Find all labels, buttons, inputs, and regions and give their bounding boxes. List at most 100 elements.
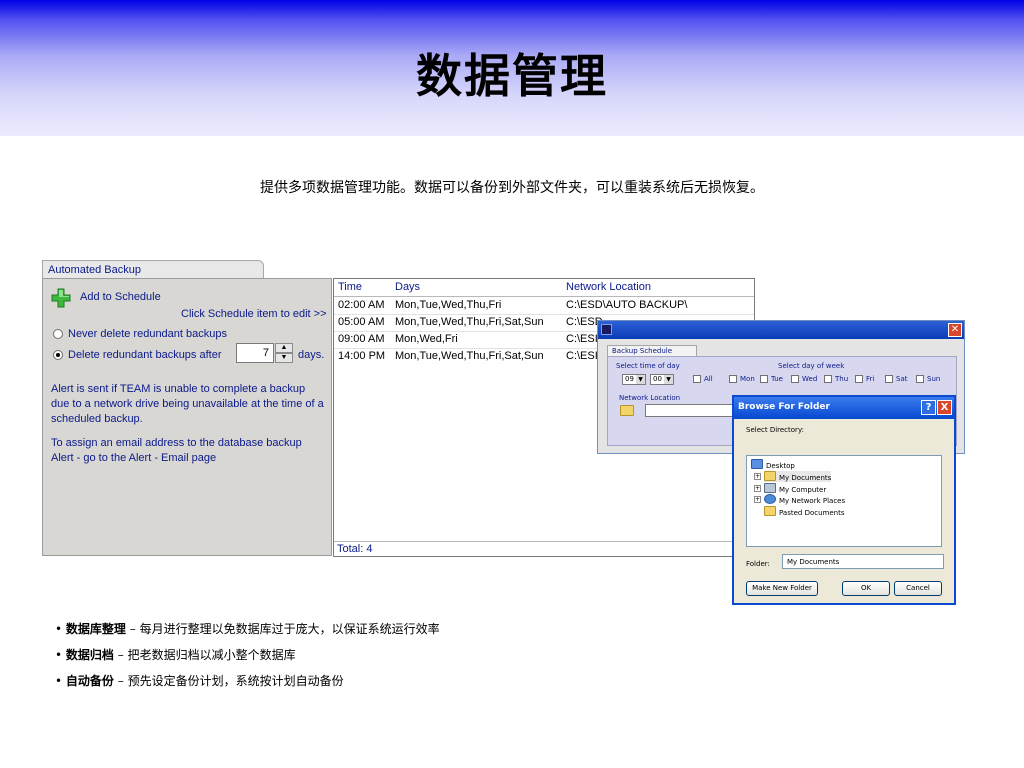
cell-location: C:\ESI: [566, 350, 598, 362]
tree-item-label: Desktop: [766, 462, 795, 470]
cell-time: 09:00 AM: [338, 333, 385, 345]
folder-icon: [764, 506, 776, 516]
expand-icon[interactable]: +: [754, 485, 761, 492]
folder-tree: Desktop + My Documents + My Computer + M…: [746, 455, 942, 547]
column-header-time[interactable]: Time: [338, 281, 362, 293]
delete-after-label[interactable]: Delete redundant backups after: [68, 349, 222, 361]
checkbox-sat[interactable]: [885, 375, 893, 383]
tree-item-desktop[interactable]: Desktop: [751, 459, 795, 470]
checkbox-sun[interactable]: [916, 375, 924, 383]
folder-icon[interactable]: [620, 405, 634, 416]
tree-item-my-computer[interactable]: My Computer: [764, 483, 826, 494]
plus-icon[interactable]: [51, 288, 71, 308]
bullet-desc: 把老数据归档以减小整个数据库: [127, 648, 296, 662]
computer-icon: [764, 483, 776, 493]
total-divider: [334, 541, 754, 542]
bullet-sep: –: [113, 674, 128, 688]
desktop-icon: [751, 459, 763, 469]
folder-icon: [764, 471, 776, 481]
dialog-titlebar[interactable]: ✕: [598, 321, 964, 339]
dialog-title: Browse For Folder: [738, 402, 830, 412]
checkbox-all[interactable]: [693, 375, 701, 383]
tree-item-my-documents[interactable]: My Documents: [764, 471, 832, 482]
bullet-term: 数据归档: [65, 648, 114, 662]
cell-days: Mon,Tue,Wed,Thu,Fri: [395, 299, 502, 311]
never-delete-label[interactable]: Never delete redundant backups: [68, 328, 227, 340]
tree-item-my-network-places[interactable]: My Network Places: [764, 494, 845, 505]
spin-down-icon[interactable]: ▼: [275, 353, 293, 363]
checkbox-label: Wed: [802, 375, 818, 383]
chevron-down-icon[interactable]: ▼: [664, 375, 673, 384]
hour-select[interactable]: 09 ▼: [622, 374, 646, 385]
minute-select[interactable]: 00 ▼: [650, 374, 674, 385]
help-icon[interactable]: ?: [921, 400, 936, 415]
assign-email-text: To assign an email address to the databa…: [51, 437, 302, 464]
day-of-week-label: Select day of week: [778, 362, 845, 370]
checkbox-label: Fri: [866, 375, 875, 383]
backup-settings-panel: Add to Schedule Click Schedule item to e…: [42, 278, 332, 556]
expand-icon[interactable]: +: [754, 473, 761, 480]
days-unit-label: days.: [298, 349, 325, 361]
bullet-desc: 每月进行整理以免数据库过于庞大，以保证系统运行效率: [139, 622, 440, 636]
tree-item-label: Pasted Documents: [779, 509, 845, 517]
delete-after-radio[interactable]: [53, 350, 63, 360]
cancel-button[interactable]: Cancel: [894, 581, 942, 596]
column-header-location[interactable]: Network Location: [566, 281, 651, 293]
network-location-label: Network Location: [619, 394, 681, 402]
bullet-sep: –: [125, 622, 140, 636]
checkbox-mon[interactable]: [729, 375, 737, 383]
tab-automated-backup[interactable]: Automated Backup: [42, 260, 264, 279]
folder-input[interactable]: My Documents: [782, 554, 944, 569]
cell-time: 14:00 PM: [338, 350, 386, 362]
dialog-titlebar[interactable]: Browse For Folder ? X: [734, 397, 954, 419]
table-row[interactable]: 02:00 AM Mon,Tue,Wed,Thu,Fri C:\ESD\AUTO…: [334, 297, 754, 314]
checkbox-label: Tue: [771, 375, 783, 383]
cell-location: C:\ESD\AUTO BACKUP\: [566, 299, 688, 311]
close-icon[interactable]: X: [937, 400, 952, 415]
column-header-days[interactable]: Days: [395, 281, 420, 293]
checkbox-wed[interactable]: [791, 375, 799, 383]
make-new-folder-button[interactable]: Make New Folder: [746, 581, 818, 596]
cell-days: Mon,Wed,Fri: [395, 333, 458, 345]
ok-button[interactable]: OK: [842, 581, 890, 596]
cell-location: C:\ESI: [566, 333, 598, 345]
bullet-term: 数据库整理: [65, 622, 126, 636]
days-stepper-input[interactable]: 7: [236, 343, 274, 363]
minute-value: 00: [653, 375, 662, 383]
chevron-down-icon[interactable]: ▼: [636, 375, 645, 384]
list-item: • 数据库整理 – 每月进行整理以免数据库过于庞大，以保证系统运行效率: [55, 622, 440, 636]
edit-hint: Click Schedule item to edit >>: [181, 308, 327, 320]
network-places-icon: [764, 494, 776, 504]
tree-item-label: My Network Places: [779, 497, 846, 505]
cell-days: Mon,Tue,Wed,Thu,Fri,Sat,Sun: [395, 350, 544, 362]
bullet-term: 自动备份: [65, 674, 114, 688]
spin-arrows-icon[interactable]: ▲ ▼: [275, 343, 293, 363]
tree-item-label: My Documents: [779, 474, 832, 482]
checkbox-label: All: [704, 375, 713, 383]
cell-time: 02:00 AM: [338, 299, 385, 311]
checkbox-label: Sat: [896, 375, 908, 383]
hour-value: 09: [625, 375, 634, 383]
slide-title: 数据管理: [416, 49, 608, 103]
checkbox-tue[interactable]: [760, 375, 768, 383]
network-location-input[interactable]: [645, 404, 735, 417]
checkbox-label: Mon: [740, 375, 755, 383]
alert-info-text: Alert is sent if TEAM is unable to compl…: [51, 383, 324, 425]
list-item: • 数据归档 – 把老数据归档以减小整个数据库: [55, 648, 296, 662]
checkbox-fri[interactable]: [855, 375, 863, 383]
checkbox-label: Sun: [927, 375, 941, 383]
add-to-schedule-button[interactable]: Add to Schedule: [80, 291, 161, 303]
list-item: • 自动备份 – 预先设定备份计划，系统按计划自动备份: [55, 674, 344, 688]
never-delete-radio[interactable]: [53, 329, 63, 339]
checkbox-label: Thu: [835, 375, 849, 383]
close-icon[interactable]: ✕: [948, 323, 962, 337]
bullet-desc: 预先设定备份计划，系统按计划自动备份: [127, 674, 344, 688]
checkbox-thu[interactable]: [824, 375, 832, 383]
tree-item-label: My Computer: [779, 486, 827, 494]
expand-icon[interactable]: +: [754, 496, 761, 503]
bullet-sep: –: [113, 648, 128, 662]
tree-item-pasted-documents[interactable]: Pasted Documents: [764, 506, 844, 517]
spin-up-icon[interactable]: ▲: [275, 343, 293, 353]
folder-label: Folder:: [746, 560, 770, 568]
cell-time: 05:00 AM: [338, 316, 385, 328]
